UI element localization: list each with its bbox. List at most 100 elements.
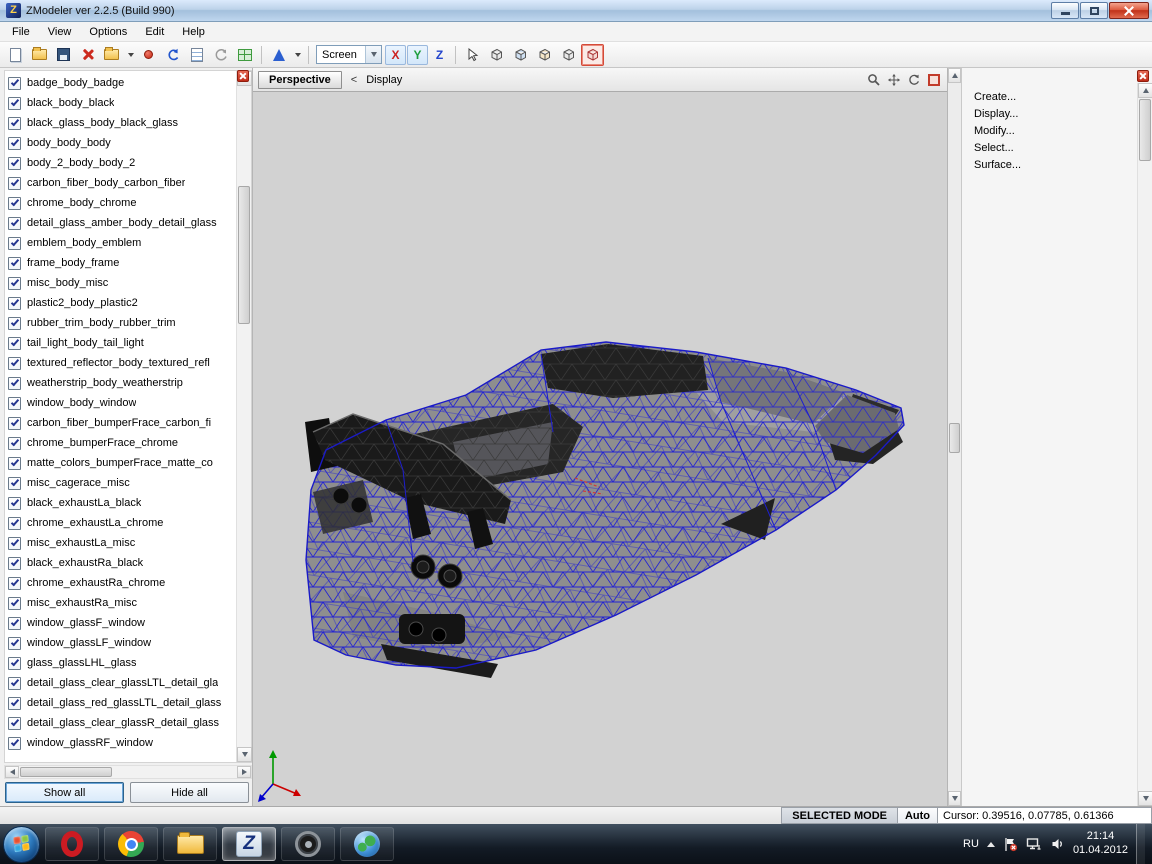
pan-button[interactable]: [886, 72, 902, 88]
command-item[interactable]: Display...: [974, 105, 1138, 122]
material-row[interactable]: glass_glassLHL_glass: [5, 653, 236, 673]
material-checkbox[interactable]: [8, 577, 21, 590]
grid-button[interactable]: [233, 44, 256, 66]
material-row[interactable]: chrome_bumperFrace_chrome: [5, 433, 236, 453]
material-row[interactable]: window_glassF_window: [5, 613, 236, 633]
screen-select[interactable]: Screen: [316, 45, 382, 64]
close-button[interactable]: [1109, 2, 1149, 19]
material-checkbox[interactable]: [8, 557, 21, 570]
taskbar-clock[interactable]: 21:14 01.04.2012: [1073, 830, 1128, 858]
import-button[interactable]: [100, 44, 123, 66]
material-row[interactable]: body_body_body: [5, 133, 236, 153]
material-checkbox[interactable]: [8, 357, 21, 370]
material-row[interactable]: badge_body_badge: [5, 73, 236, 93]
material-row[interactable]: misc_exhaustRa_misc: [5, 593, 236, 613]
command-item[interactable]: Create...: [974, 88, 1138, 105]
material-checkbox[interactable]: [8, 137, 21, 150]
material-checkbox[interactable]: [8, 377, 21, 390]
material-checkbox[interactable]: [8, 457, 21, 470]
menu-item[interactable]: File: [3, 23, 39, 41]
material-row[interactable]: detail_glass_clear_glassR_detail_glass: [5, 713, 236, 733]
refresh-button[interactable]: [209, 44, 232, 66]
material-row[interactable]: plastic2_body_plastic2: [5, 293, 236, 313]
menu-item[interactable]: View: [39, 23, 81, 41]
combo-caret[interactable]: [365, 46, 381, 63]
material-checkbox[interactable]: [8, 297, 21, 310]
material-row[interactable]: black_exhaustRa_black: [5, 553, 236, 573]
view-cube-button-2[interactable]: [509, 44, 532, 66]
viewport-canvas[interactable]: [253, 92, 947, 806]
start-button[interactable]: [3, 826, 40, 863]
taskbar-browser-button[interactable]: [340, 827, 394, 861]
material-row[interactable]: tail_light_body_tail_light: [5, 333, 236, 353]
taskbar-wheel-app-button[interactable]: [281, 827, 335, 861]
material-checkbox[interactable]: [8, 517, 21, 530]
material-checkbox[interactable]: [8, 397, 21, 410]
material-row[interactable]: chrome_body_chrome: [5, 193, 236, 213]
menu-item[interactable]: Edit: [136, 23, 173, 41]
material-row[interactable]: matte_colors_bumperFrace_matte_co: [5, 453, 236, 473]
material-checkbox[interactable]: [8, 277, 21, 290]
record-button[interactable]: [137, 44, 160, 66]
material-row[interactable]: black_glass_body_black_glass: [5, 113, 236, 133]
new-file-button[interactable]: [4, 44, 27, 66]
material-checkbox[interactable]: [8, 697, 21, 710]
show-all-button[interactable]: Show all: [5, 782, 124, 803]
material-checkbox[interactable]: [8, 197, 21, 210]
scrollbar-thumb[interactable]: [238, 186, 250, 324]
material-row[interactable]: emblem_body_emblem: [5, 233, 236, 253]
scroll-down-button[interactable]: [237, 747, 252, 762]
status-auto-toggle[interactable]: Auto: [898, 807, 938, 824]
menu-item[interactable]: Options: [80, 23, 136, 41]
scroll-left-button[interactable]: [5, 766, 19, 778]
commands-scrollbar[interactable]: [1137, 83, 1152, 806]
axis-y-button[interactable]: Y: [407, 45, 428, 65]
material-row[interactable]: frame_body_frame: [5, 253, 236, 273]
network-icon[interactable]: [1026, 837, 1042, 851]
view-cube-button-3[interactable]: [533, 44, 556, 66]
axis-x-button[interactable]: X: [385, 45, 406, 65]
material-checkbox[interactable]: [8, 437, 21, 450]
material-checkbox[interactable]: [8, 337, 21, 350]
hscrollbar-thumb[interactable]: [20, 767, 112, 777]
scroll-up-button[interactable]: [1138, 83, 1152, 98]
material-row[interactable]: carbon_fiber_body_carbon_fiber: [5, 173, 236, 193]
material-button[interactable]: [267, 44, 290, 66]
materials-panel-close-button[interactable]: [237, 70, 249, 82]
taskbar-opera-button[interactable]: [45, 827, 99, 861]
commands-panel-close-button[interactable]: [1137, 70, 1149, 82]
action-center-flag-icon[interactable]: [1003, 837, 1018, 852]
material-row[interactable]: misc_cagerace_misc: [5, 473, 236, 493]
material-checkbox[interactable]: [8, 157, 21, 170]
scroll-down-button[interactable]: [948, 791, 961, 806]
material-row[interactable]: weatherstrip_body_weatherstrip: [5, 373, 236, 393]
hide-all-button[interactable]: Hide all: [130, 782, 249, 803]
material-checkbox[interactable]: [8, 217, 21, 230]
material-checkbox[interactable]: [8, 617, 21, 630]
material-row[interactable]: detail_glass_red_glassLTL_detail_glass: [5, 693, 236, 713]
menu-item[interactable]: Help: [173, 23, 214, 41]
material-dropdown[interactable]: [291, 44, 303, 66]
minimize-button[interactable]: [1051, 2, 1079, 19]
material-row[interactable]: chrome_exhaustRa_chrome: [5, 573, 236, 593]
rotate-view-button[interactable]: [906, 72, 922, 88]
material-checkbox[interactable]: [8, 737, 21, 750]
taskbar-zmodeler-button[interactable]: Z: [222, 827, 276, 861]
material-checkbox[interactable]: [8, 537, 21, 550]
scrollbar-thumb[interactable]: [1139, 99, 1151, 161]
command-item[interactable]: Select...: [974, 139, 1138, 156]
viewport-back-button[interactable]: <: [349, 74, 359, 86]
scroll-down-button[interactable]: [1138, 791, 1152, 806]
save-button[interactable]: [52, 44, 75, 66]
view-cube-button-active[interactable]: [581, 44, 604, 66]
material-row[interactable]: textured_reflector_body_textured_refl: [5, 353, 236, 373]
material-checkbox[interactable]: [8, 317, 21, 330]
view-cube-button-1[interactable]: [485, 44, 508, 66]
material-row[interactable]: body_2_body_body_2: [5, 153, 236, 173]
material-checkbox[interactable]: [8, 717, 21, 730]
material-checkbox[interactable]: [8, 597, 21, 610]
select-tool-button[interactable]: [461, 44, 484, 66]
viewport-scrollbar[interactable]: [948, 68, 962, 806]
scrollbar-thumb[interactable]: [949, 423, 960, 453]
material-checkbox[interactable]: [8, 677, 21, 690]
